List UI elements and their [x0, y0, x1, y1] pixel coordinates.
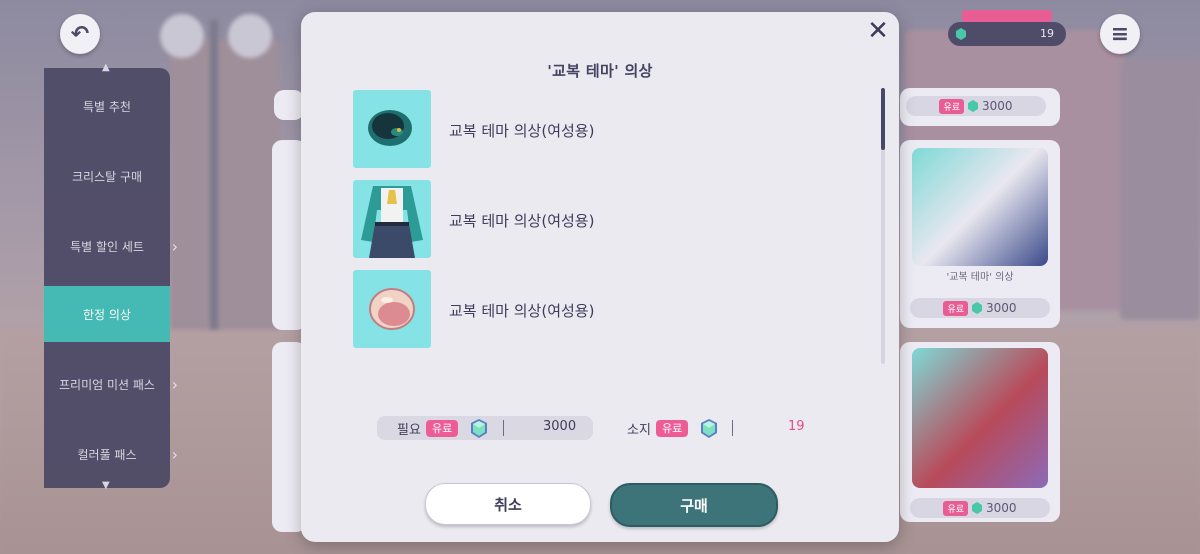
- chevron-right-icon: ›: [171, 236, 178, 256]
- purchase-dialog: ✕ '교복 테마' 의상 교복 테마 의상(여성용) 교복 테마 의상(여성용)…: [301, 12, 899, 542]
- shop-card-left[interactable]: [274, 90, 304, 120]
- paid-badge: 유료: [656, 420, 689, 437]
- hamburger-menu-icon: ≡: [1110, 21, 1130, 47]
- counter-value: 19: [1040, 27, 1054, 40]
- paid-tag: 유료: [943, 500, 968, 516]
- bg-building: [1120, 60, 1200, 320]
- back-button[interactable]: ↶: [60, 14, 100, 54]
- crystal-gem-icon: [701, 419, 717, 438]
- paid-tag: 유료: [939, 98, 964, 114]
- list-scrollbar[interactable]: [881, 88, 885, 364]
- bg-lamp-pole: [210, 20, 218, 380]
- chevron-right-icon: ›: [171, 374, 178, 394]
- item-thumbnail: [353, 180, 431, 258]
- shop-card[interactable]: 유료 3000: [900, 88, 1060, 126]
- scroll-up-icon[interactable]: ▲: [102, 62, 110, 73]
- side-item-label: 특별 추천: [83, 99, 131, 114]
- shop-card[interactable]: 유료 3000: [900, 342, 1060, 522]
- price-pill: 유료 3000: [910, 298, 1050, 318]
- shop-card[interactable]: '교복 테마' 의상 유료 3000: [900, 140, 1060, 328]
- menu-button[interactable]: ≡: [1100, 14, 1140, 54]
- gem-icon: [968, 100, 978, 112]
- badge-accessory-icon: [369, 288, 415, 330]
- bg-building: [170, 40, 280, 340]
- side-item[interactable]: 컬러풀 패스 ›: [44, 426, 178, 482]
- item-name: 교복 테마 의상(여성용): [449, 212, 595, 230]
- close-icon: ✕: [867, 16, 889, 46]
- side-item-active[interactable]: 한정 의상: [44, 286, 170, 342]
- side-item-label: 한정 의상: [83, 307, 131, 322]
- item-name: 교복 테마 의상(여성용): [449, 302, 595, 320]
- owned-value: 19: [788, 419, 805, 434]
- divider: [732, 420, 733, 436]
- side-item[interactable]: 특별 할인 세트 ›: [44, 218, 178, 274]
- item-thumbnail: [353, 270, 431, 348]
- gem-icon: [972, 502, 982, 514]
- item-name: 교복 테마 의상(여성용): [449, 122, 595, 140]
- required-cost-box: 필요 유료 3000: [377, 416, 593, 440]
- card-price: 3000: [986, 501, 1017, 515]
- counter-label-tag: [962, 10, 1052, 22]
- side-item[interactable]: 프리미엄 미션 패스 ›: [44, 356, 178, 412]
- bg-lamp: [160, 14, 204, 58]
- card-artwork: [912, 148, 1048, 266]
- list-item: 교복 테마 의상(여성용): [353, 270, 833, 350]
- scroll-down-icon[interactable]: ▼: [102, 480, 110, 491]
- gem-icon: [972, 302, 982, 314]
- card-price: 3000: [986, 301, 1017, 315]
- list-item: 교복 테마 의상(여성용): [353, 90, 833, 170]
- school-uniform-outfit-icon: [361, 186, 423, 258]
- paid-badge: 유료: [426, 420, 459, 437]
- crystal-gem-icon: [471, 419, 487, 438]
- costume-item-list[interactable]: 교복 테마 의상(여성용) 교복 테마 의상(여성용) 교복 테마 의상(여성용…: [353, 90, 833, 362]
- bg-lamp: [228, 14, 272, 58]
- card-name: '교복 테마' 의상: [946, 272, 1014, 283]
- beret-hat-icon: [368, 110, 412, 146]
- divider: [503, 420, 504, 436]
- card-price: 3000: [982, 99, 1013, 113]
- cancel-button[interactable]: 취소: [425, 483, 591, 525]
- price-pill: 유료 3000: [906, 96, 1046, 116]
- gem-icon: [956, 28, 966, 40]
- currency-counter: 19: [948, 10, 1066, 46]
- back-arrow-icon: ↶: [70, 21, 90, 47]
- side-item-label: 컬러풀 패스: [77, 447, 137, 462]
- card-artwork: [912, 348, 1048, 488]
- side-item-label: 특별 할인 세트: [70, 239, 144, 254]
- side-item-label: 크리스탈 구매: [71, 169, 143, 184]
- chevron-right-icon: ›: [171, 444, 178, 464]
- dialog-title: '교복 테마' 의상: [547, 62, 653, 80]
- paid-tag: 유료: [943, 300, 968, 316]
- side-item-label: 프리미엄 미션 패스: [59, 377, 155, 392]
- side-item[interactable]: 특별 추천: [44, 78, 170, 134]
- buy-button[interactable]: 구매: [610, 483, 778, 527]
- scrollbar-thumb[interactable]: [881, 88, 885, 150]
- item-thumbnail: [353, 90, 431, 168]
- required-value: 3000: [543, 419, 577, 434]
- list-item: 교복 테마 의상(여성용): [353, 180, 833, 260]
- close-button[interactable]: ✕: [865, 18, 891, 44]
- required-label: 필요: [397, 423, 421, 438]
- price-pill: 유료 3000: [910, 498, 1050, 518]
- shop-side-menu: ▲ 특별 추천 크리스탈 구매 특별 할인 세트 › 한정 의상 프리미엄 미션 …: [44, 62, 178, 491]
- owned-label: 소지: [627, 423, 651, 438]
- side-item[interactable]: 크리스탈 구매: [44, 148, 170, 204]
